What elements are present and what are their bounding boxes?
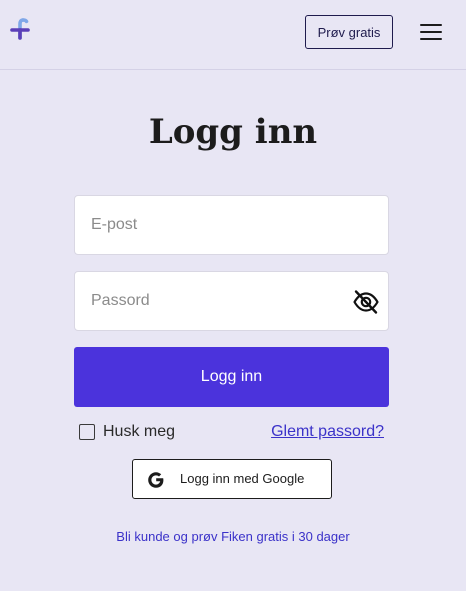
login-page: Prøv gratis Logg inn Logg inn Husk meg G… [0, 0, 466, 591]
google-login-button[interactable]: Logg inn med Google [132, 459, 332, 499]
google-icon [148, 472, 164, 488]
login-button[interactable]: Logg inn [74, 347, 389, 407]
fiken-logo-icon[interactable] [8, 16, 32, 42]
hamburger-menu-icon[interactable] [416, 20, 446, 44]
try-free-button[interactable]: Prøv gratis [305, 15, 393, 49]
remember-me-checkbox[interactable] [79, 424, 95, 440]
page-title: Logg inn [148, 112, 318, 152]
password-input[interactable] [75, 272, 388, 330]
eye-slash-icon[interactable] [352, 289, 380, 315]
email-input[interactable] [75, 196, 388, 254]
google-login-label: Logg inn med Google [180, 471, 305, 486]
signup-link[interactable]: Bli kunde og prøv Fiken gratis i 30 dage… [0, 528, 466, 546]
remember-me-toggle[interactable]: Husk meg [79, 422, 175, 442]
password-field-wrapper [74, 271, 389, 331]
top-navigation-bar: Prøv gratis [0, 0, 466, 70]
forgot-password-link[interactable]: Glemt passord? [271, 422, 384, 442]
remember-me-label: Husk meg [103, 423, 176, 440]
email-field-wrapper [74, 195, 389, 255]
